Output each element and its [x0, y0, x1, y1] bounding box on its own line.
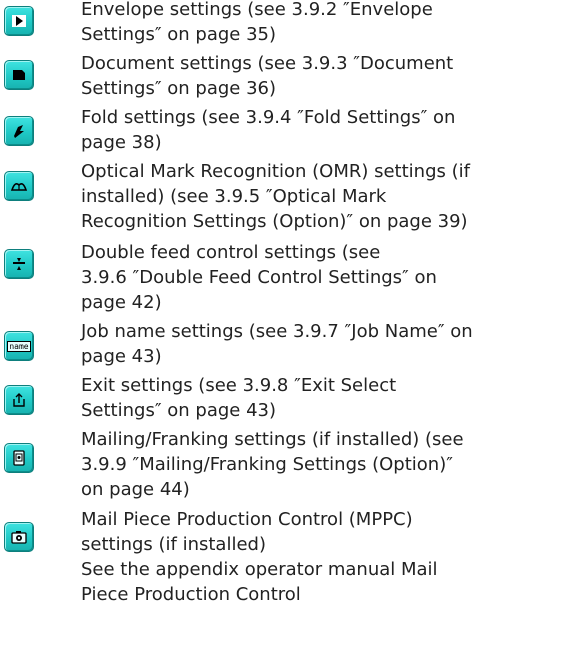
- exit-icon[interactable]: [4, 385, 34, 415]
- envelope-description: Envelope settings (see 3.9.2 ″Envelope Se…: [81, 0, 433, 45]
- fold-description: Fold settings (see 3.9.4 ″Fold Settings″…: [81, 107, 456, 153]
- omr-icon[interactable]: [4, 171, 34, 201]
- fold-icon[interactable]: [4, 116, 34, 146]
- camera-icon[interactable]: [4, 522, 34, 552]
- franking-description: Mailing/Franking settings (if installed)…: [81, 429, 464, 500]
- franking-icon[interactable]: [4, 443, 34, 473]
- document-icon[interactable]: [4, 60, 34, 90]
- double-feed-description: Double feed control settings (see 3.9.6 ″…: [81, 242, 437, 313]
- envelope-icon[interactable]: [4, 6, 34, 36]
- document-description: Document settings (see 3.9.3 ″Document Se…: [81, 53, 454, 99]
- exit-description: Exit settings (see 3.9.8 ″Exit Select Set…: [81, 375, 397, 421]
- omr-description: Optical Mark Recognition (OMR) settings …: [81, 161, 470, 232]
- job-name-description: Job name settings (see 3.9.7 ″Job Name″ …: [81, 321, 473, 367]
- job-name-icon[interactable]: name: [4, 331, 34, 361]
- double-feed-icon[interactable]: [4, 249, 34, 279]
- job-name-icon-label: name: [7, 340, 31, 352]
- mppc-description: Mail Piece Production Control (MPPC) sett…: [81, 509, 438, 605]
